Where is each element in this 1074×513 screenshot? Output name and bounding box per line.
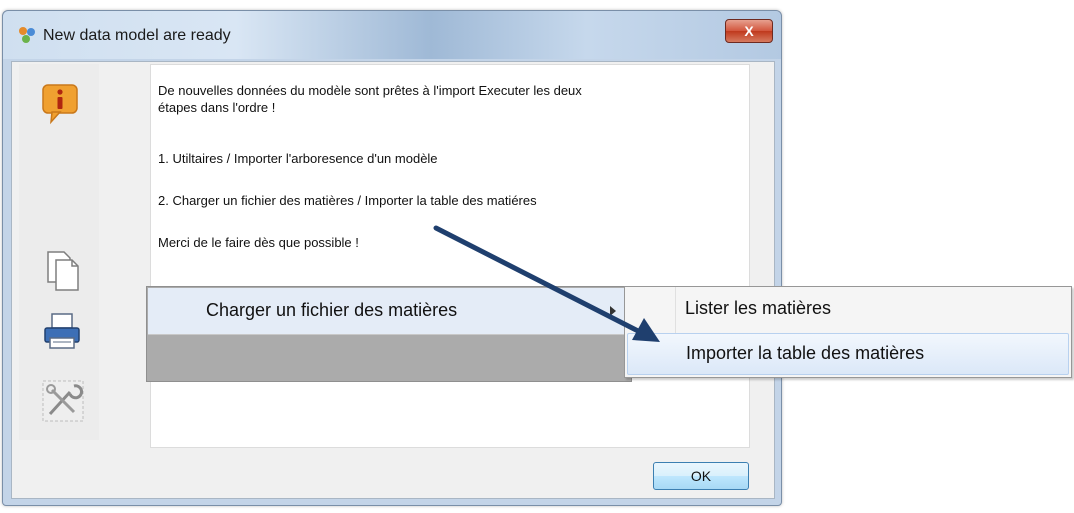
annotation-arrow bbox=[433, 225, 660, 342]
